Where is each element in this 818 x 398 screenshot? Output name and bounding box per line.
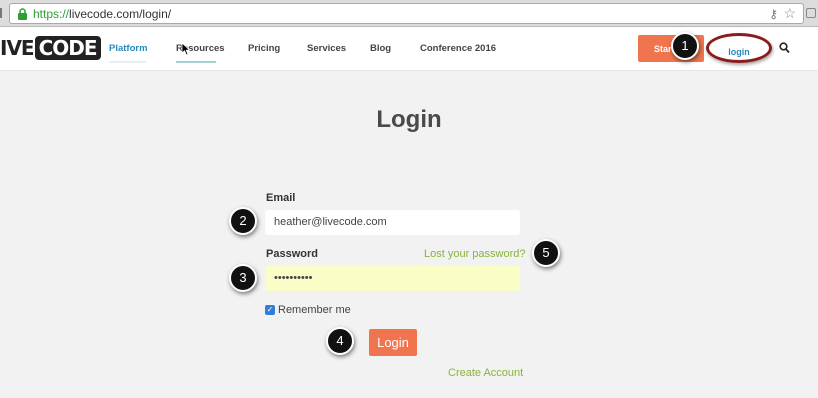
nav-conference[interactable]: Conference 2016 xyxy=(420,43,496,54)
back-arrow-icon[interactable] xyxy=(0,8,6,18)
step-badge-5: 5 xyxy=(532,239,560,267)
bookmark-star-icon[interactable]: ☆ xyxy=(783,5,796,22)
logo-text-live: IVE xyxy=(0,36,35,60)
password-field[interactable]: •••••••••• xyxy=(265,266,520,291)
remember-me-checkbox[interactable]: ✓ xyxy=(265,305,275,315)
url-text: https://livecode.com/login/ xyxy=(33,7,171,21)
remember-me-label: Remember me xyxy=(278,304,351,316)
nav-services[interactable]: Services xyxy=(307,43,346,54)
create-account-link[interactable]: Create Account xyxy=(448,367,523,379)
page-title: Login xyxy=(376,106,442,133)
step-badge-3: 3 xyxy=(229,264,257,292)
step-badge-2: 2 xyxy=(229,207,257,235)
extension-icon[interactable] xyxy=(806,8,816,18)
login-nav-link[interactable]: login xyxy=(706,33,772,63)
nav-pricing[interactable]: Pricing xyxy=(248,43,280,54)
nav-platform-label: Platform xyxy=(109,43,148,54)
login-nav-label: login xyxy=(728,47,750,57)
key-icon[interactable]: ⚷ xyxy=(769,7,778,21)
nav-platform[interactable]: Platform xyxy=(109,43,148,63)
mouse-cursor-icon xyxy=(181,42,191,56)
livecode-logo[interactable]: IVE CODE xyxy=(0,36,101,60)
nav-resources-underline xyxy=(176,61,216,63)
step-badge-1: 1 xyxy=(671,32,699,60)
step-badge-4: 4 xyxy=(326,327,354,355)
nav-blog[interactable]: Blog xyxy=(370,43,391,54)
nav-platform-underline xyxy=(109,61,146,63)
search-icon[interactable] xyxy=(779,42,790,54)
browser-toolbar: https://livecode.com/login/ ⚷ ☆ xyxy=(0,0,818,27)
address-bar[interactable]: https://livecode.com/login/ ⚷ ☆ xyxy=(9,3,804,24)
url-path: livecode.com/login/ xyxy=(69,7,172,21)
login-button[interactable]: Login xyxy=(369,329,417,356)
email-field[interactable]: heather@livecode.com xyxy=(265,210,520,235)
logo-text-code: CODE xyxy=(34,36,101,60)
email-label: Email xyxy=(266,192,296,204)
url-scheme: https:// xyxy=(33,7,70,21)
password-label: Password xyxy=(266,248,318,260)
lost-password-link[interactable]: Lost your password? xyxy=(424,248,526,260)
lock-icon xyxy=(18,8,27,20)
remember-me[interactable]: ✓ Remember me xyxy=(265,304,351,316)
